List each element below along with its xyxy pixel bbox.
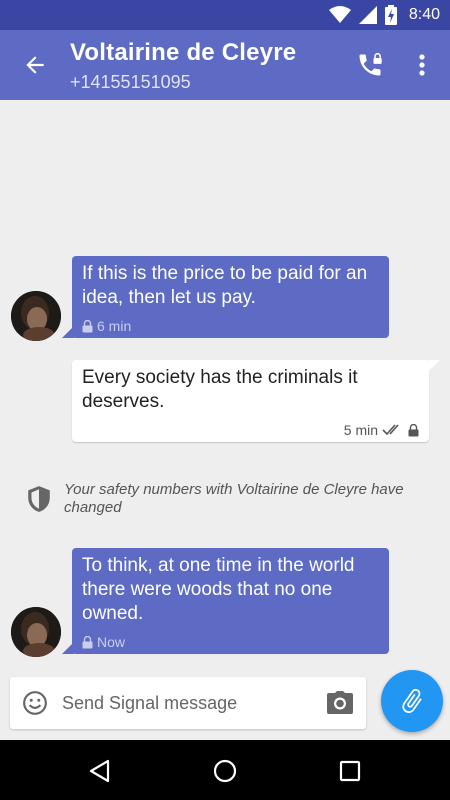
nav-home-icon <box>213 759 237 783</box>
nav-home-button[interactable] <box>212 758 238 784</box>
back-button[interactable] <box>22 52 48 78</box>
lock-icon <box>408 423 419 436</box>
signal-icon <box>358 6 377 24</box>
status-time: 8:40 <box>408 6 440 23</box>
safety-notice-text: Your safety numbers with Voltairine de C… <box>64 481 404 516</box>
paperclip-icon <box>402 688 422 714</box>
status-bar: 8:40 <box>0 0 450 30</box>
nav-recents-icon <box>339 760 361 782</box>
back-arrow-icon <box>26 56 44 74</box>
message-meta: 5 min <box>82 418 419 442</box>
message-meta: Now <box>82 630 379 654</box>
message-meta: 6 min <box>82 314 379 338</box>
message-input[interactable] <box>62 685 312 721</box>
message-bubble[interactable]: If this is the price to be paid for an i… <box>72 256 389 338</box>
lock-icon <box>82 319 93 332</box>
contact-avatar[interactable] <box>11 607 61 657</box>
message-text: To think, at one time in the world there… <box>82 555 355 624</box>
message-text: If this is the price to be paid for an i… <box>82 263 368 308</box>
secure-call-icon <box>359 52 382 76</box>
camera-button[interactable] <box>326 690 354 716</box>
conversation-header: Voltairine de Cleyre +14155151095 <box>0 30 450 100</box>
contact-number: +14155151095 <box>70 72 191 92</box>
emoji-button[interactable] <box>22 690 48 716</box>
message-bubble[interactable]: Every society has the criminals it deser… <box>72 360 429 442</box>
camera-icon <box>327 691 353 714</box>
secure-call-button[interactable] <box>356 51 384 79</box>
attach-button[interactable] <box>381 670 443 732</box>
message-text: Every society has the criminals it deser… <box>82 367 358 412</box>
battery-charging-icon <box>384 5 397 25</box>
system-nav-bar <box>0 740 450 800</box>
wifi-icon <box>328 6 351 23</box>
emoji-icon <box>23 691 47 715</box>
nav-recents-button[interactable] <box>337 758 363 784</box>
contact-avatar[interactable] <box>11 291 61 341</box>
nav-back-icon <box>89 759 110 783</box>
contact-name[interactable]: Voltairine de Cleyre <box>70 39 296 67</box>
more-vert-icon <box>419 54 425 76</box>
lock-icon <box>82 635 93 648</box>
compose-bar <box>10 677 366 729</box>
shield-icon <box>28 486 50 512</box>
nav-back-button[interactable] <box>87 758 113 784</box>
message-time: Now <box>97 634 126 650</box>
message-list[interactable]: If this is the price to be paid for an i… <box>0 100 450 670</box>
message-bubble[interactable]: To think, at one time in the world there… <box>72 548 389 654</box>
message-time: 6 min <box>97 318 132 334</box>
overflow-menu-button[interactable] <box>410 50 434 80</box>
bubble-tail <box>428 360 440 372</box>
message-time: 5 min <box>343 422 378 438</box>
delivered-check-icon <box>382 424 399 436</box>
